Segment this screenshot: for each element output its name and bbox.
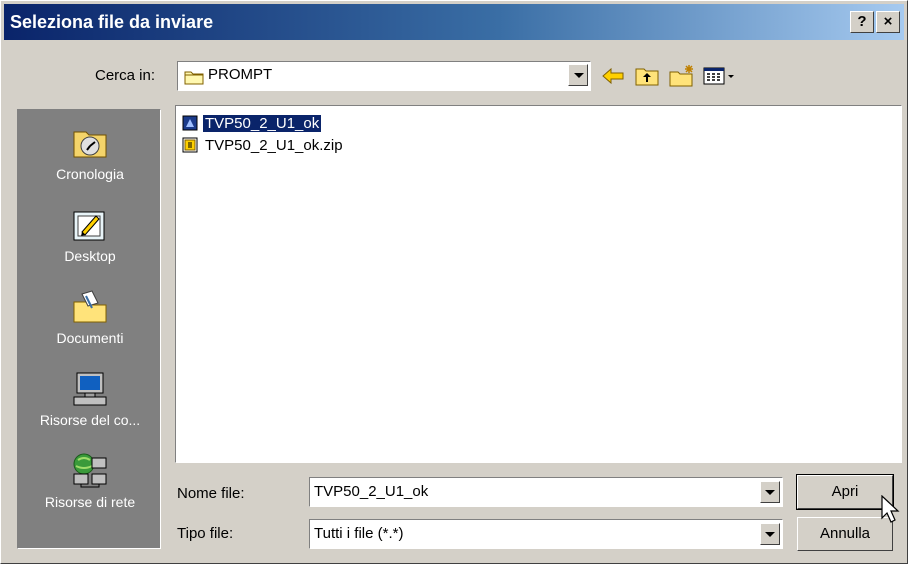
places-bar: Cronologia Desktop Documenti Risorse del… xyxy=(17,109,161,549)
mouse-cursor-icon xyxy=(881,494,903,529)
back-button[interactable] xyxy=(599,63,627,89)
filename-input[interactable]: TVP50_2_U1_ok xyxy=(309,477,783,507)
place-label: Desktop xyxy=(64,248,116,264)
place-network[interactable]: Risorse di rete xyxy=(18,452,162,510)
chevron-down-icon xyxy=(765,532,775,537)
place-history[interactable]: Cronologia xyxy=(18,124,162,182)
new-folder-button[interactable] xyxy=(667,63,697,89)
chevron-down-icon xyxy=(574,73,584,78)
filetype-label: Tipo file: xyxy=(177,525,234,542)
history-icon xyxy=(70,124,110,162)
view-menu-icon xyxy=(701,67,737,93)
documents-folder-icon xyxy=(70,288,110,326)
my-computer-icon xyxy=(70,370,110,408)
list-item[interactable]: TVP50_2_U1_ok.zip xyxy=(182,136,345,156)
place-label: Risorse del co... xyxy=(39,412,141,428)
place-desktop[interactable]: Desktop xyxy=(18,206,162,264)
dialog-title: Seleziona file da inviare xyxy=(10,12,214,32)
view-menu-button[interactable] xyxy=(701,63,737,89)
look-in-label: Cerca in: xyxy=(95,67,156,84)
zip-file-icon xyxy=(182,137,198,153)
chevron-down-icon xyxy=(765,490,775,495)
file-icon xyxy=(182,115,198,131)
file-list[interactable]: TVP50_2_U1_ok TVP50_2_U1_ok.zip xyxy=(175,105,902,463)
file-dialog: Seleziona file da inviare ? × Cerca in: … xyxy=(0,0,908,564)
look-in-dropdown-button[interactable] xyxy=(568,64,588,86)
look-in-value: PROMPT xyxy=(208,66,273,83)
new-folder-icon xyxy=(667,65,697,93)
filetype-value: Tutti i file (*.*) xyxy=(314,525,404,542)
place-label: Documenti xyxy=(56,330,124,346)
folder-icon xyxy=(184,69,204,89)
place-label: Risorse di rete xyxy=(44,494,136,510)
file-name: TVP50_2_U1_ok xyxy=(201,114,323,133)
file-name: TVP50_2_U1_ok.zip xyxy=(205,137,343,154)
filename-value: TVP50_2_U1_ok xyxy=(314,483,429,500)
filename-dropdown-button[interactable] xyxy=(760,481,780,503)
filename-label: Nome file: xyxy=(177,485,245,502)
network-icon xyxy=(70,452,110,490)
place-label: Cronologia xyxy=(56,166,124,182)
cancel-button[interactable]: Annulla xyxy=(797,517,893,551)
list-item[interactable]: TVP50_2_U1_ok xyxy=(182,114,323,134)
desktop-icon xyxy=(70,206,110,244)
close-button[interactable]: × xyxy=(876,11,900,33)
help-button[interactable]: ? xyxy=(850,11,874,33)
back-arrow-icon xyxy=(599,67,627,93)
up-folder-icon xyxy=(633,68,661,93)
place-documents[interactable]: Documenti xyxy=(18,288,162,346)
look-in-combo[interactable]: PROMPT xyxy=(177,61,591,91)
title-bar[interactable]: Seleziona file da inviare ? × xyxy=(4,4,904,40)
filetype-select[interactable]: Tutti i file (*.*) xyxy=(309,519,783,549)
filetype-dropdown-button[interactable] xyxy=(760,523,780,545)
place-my-computer[interactable]: Risorse del co... xyxy=(18,370,162,428)
open-button[interactable]: Apri xyxy=(796,474,894,510)
up-folder-button[interactable] xyxy=(633,63,661,89)
